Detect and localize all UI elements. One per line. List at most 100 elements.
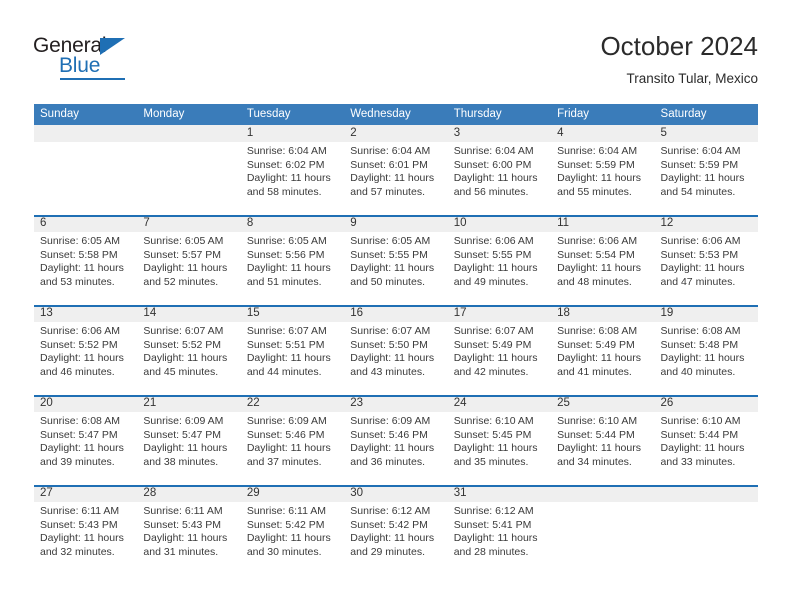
day-number[interactable]: 26 (655, 395, 758, 412)
day-detail-line: Sunset: 5:55 PM (350, 248, 428, 261)
day-cell-details[interactable]: Sunrise: 6:10 AM Sunset: 5:44 PM Daylight:… (551, 412, 654, 485)
day-cell-details[interactable]: Sunrise: 6:12 AM Sunset: 5:41 PM Daylight:… (448, 502, 551, 575)
day-number[interactable]: 8 (241, 215, 344, 232)
day-cell-details[interactable]: Sunrise: 6:10 AM Sunset: 5:44 PM Daylight:… (655, 412, 758, 485)
day-detail-line: Sunset: 5:48 PM (660, 338, 739, 351)
day-number[interactable]: 6 (34, 215, 137, 232)
day-detail-line: Daylight: 11 hours (246, 172, 331, 185)
day-number[interactable]: 25 (551, 395, 654, 412)
day-cell-details[interactable]: Sunrise: 6:08 AM Sunset: 5:49 PM Daylight:… (551, 322, 654, 395)
calendar-grid: Sunday Monday Tuesday Wednesday Thursday Frid… (34, 104, 758, 575)
day-number[interactable]: 20 (34, 395, 137, 412)
day-number[interactable]: 2 (344, 125, 447, 142)
day-cell-details[interactable]: Sunrise: 6:04 AM Sunset: 6:00 PM Daylight:… (448, 142, 551, 215)
day-detail-band: Sunrise: 6:05 AM Sunset: 5:58 PM Daylight:… (34, 232, 758, 305)
day-number-empty (655, 485, 758, 502)
day-cell-details[interactable]: Sunrise: 6:11 AM Sunset: 5:42 PM Daylight:… (241, 502, 344, 575)
day-cell-details[interactable]: Sunrise: 6:04 AM Sunset: 6:01 PM Daylight:… (344, 142, 447, 215)
day-detail-line: Sunrise: 6:04 AM (660, 145, 741, 157)
day-number[interactable]: 16 (344, 305, 447, 322)
day-detail-line: and 56 minutes. (453, 185, 529, 198)
day-number[interactable]: 15 (241, 305, 344, 322)
day-number[interactable]: 11 (551, 215, 654, 232)
calendar-week-row: 27 28 29 30 31 Sunrise: 6:11 AM Sunset: 5:43 P… (34, 485, 758, 575)
day-cell-details[interactable]: Sunrise: 6:09 AM Sunset: 5:46 PM Daylight:… (344, 412, 447, 485)
day-cell-details[interactable]: Sunrise: 6:07 AM Sunset: 5:49 PM Daylight:… (448, 322, 551, 395)
day-detail-line: Sunrise: 6:10 AM (660, 415, 741, 427)
day-number[interactable]: 18 (551, 305, 654, 322)
day-cell-details[interactable]: Sunrise: 6:06 AM Sunset: 5:54 PM Daylight:… (551, 232, 654, 305)
day-number[interactable]: 28 (137, 485, 240, 502)
day-detail-line: and 49 minutes. (453, 275, 529, 288)
day-cell-details[interactable]: Sunrise: 6:06 AM Sunset: 5:53 PM Daylight:… (655, 232, 758, 305)
day-number-empty (551, 485, 654, 502)
day-detail-line: Sunrise: 6:06 AM (40, 325, 120, 337)
day-detail-line: Sunset: 5:45 PM (453, 428, 532, 441)
day-detail-line: Daylight: 11 hours (246, 532, 331, 545)
day-detail-line: Sunset: 5:42 PM (350, 518, 428, 531)
day-number[interactable]: 21 (137, 395, 240, 412)
day-detail-line: Daylight: 11 hours (453, 172, 538, 185)
day-detail-line: Sunset: 6:01 PM (350, 158, 428, 171)
day-detail-line: and 52 minutes. (143, 275, 219, 288)
day-cell-details[interactable]: Sunrise: 6:09 AM Sunset: 5:46 PM Daylight:… (241, 412, 344, 485)
page-header: General Blue October 2024 Transito Tular… (0, 0, 792, 104)
day-number[interactable]: 5 (655, 125, 758, 142)
day-detail-line: Daylight: 11 hours (453, 442, 538, 455)
day-detail-line: Sunrise: 6:11 AM (143, 505, 223, 517)
day-detail-line: and 46 minutes. (40, 365, 115, 378)
day-number[interactable]: 23 (344, 395, 447, 412)
day-number[interactable]: 24 (448, 395, 551, 412)
day-cell-details[interactable]: Sunrise: 6:08 AM Sunset: 5:47 PM Daylight:… (34, 412, 137, 485)
day-detail-line: Sunrise: 6:05 AM (40, 235, 120, 247)
day-cell-details[interactable]: Sunrise: 6:06 AM Sunset: 5:52 PM Daylight:… (34, 322, 137, 395)
day-number-band: 20 21 22 23 24 25 26 (34, 395, 758, 412)
day-number[interactable]: 22 (241, 395, 344, 412)
day-number[interactable]: 10 (448, 215, 551, 232)
day-cell-details[interactable]: Sunrise: 6:05 AM Sunset: 5:57 PM Daylight:… (137, 232, 240, 305)
day-number[interactable]: 9 (344, 215, 447, 232)
day-cell-details[interactable]: Sunrise: 6:05 AM Sunset: 5:58 PM Daylight:… (34, 232, 137, 305)
day-cell-details[interactable]: Sunrise: 6:04 AM Sunset: 6:02 PM Daylight:… (241, 142, 344, 215)
day-detail-line: Daylight: 11 hours (660, 442, 745, 455)
day-cell-details[interactable]: Sunrise: 6:07 AM Sunset: 5:52 PM Daylight:… (137, 322, 240, 395)
page-subtitle: Transito Tular, Mexico (626, 71, 758, 86)
day-cell-details[interactable]: Sunrise: 6:07 AM Sunset: 5:51 PM Daylight:… (241, 322, 344, 395)
day-detail-line: Sunset: 5:52 PM (143, 338, 222, 351)
day-number[interactable]: 19 (655, 305, 758, 322)
day-cell-details[interactable]: Sunrise: 6:06 AM Sunset: 5:55 PM Daylight:… (448, 232, 551, 305)
day-number[interactable]: 4 (551, 125, 654, 142)
weekday-header-sunday: Sunday (40, 108, 80, 120)
day-detail-line: Sunrise: 6:10 AM (453, 415, 534, 427)
day-detail-line: and 57 minutes. (350, 185, 425, 198)
day-detail-line: and 34 minutes. (557, 455, 632, 468)
day-number[interactable]: 14 (137, 305, 240, 322)
day-number[interactable]: 1 (241, 125, 344, 142)
day-cell-details[interactable]: Sunrise: 6:10 AM Sunset: 5:45 PM Daylight:… (448, 412, 551, 485)
day-number[interactable]: 29 (241, 485, 344, 502)
day-detail-line: Sunrise: 6:06 AM (557, 235, 638, 247)
day-cell-details[interactable]: Sunrise: 6:09 AM Sunset: 5:47 PM Daylight:… (137, 412, 240, 485)
calendar-week-row: 6 7 8 9 10 11 12 Sunrise: 6:05 AM Sunset: 5:58 P… (34, 215, 758, 305)
day-cell-details[interactable]: Sunrise: 6:05 AM Sunset: 5:56 PM Daylight:… (241, 232, 344, 305)
day-number[interactable]: 12 (655, 215, 758, 232)
weekday-header-monday: Monday (143, 108, 185, 120)
day-cell-details[interactable]: Sunrise: 6:07 AM Sunset: 5:50 PM Daylight:… (344, 322, 447, 395)
day-cell-details[interactable]: Sunrise: 6:11 AM Sunset: 5:43 PM Daylight:… (137, 502, 240, 575)
day-detail-line: Sunset: 6:00 PM (453, 158, 532, 171)
day-detail-line: Sunset: 5:43 PM (40, 518, 118, 531)
day-number[interactable]: 17 (448, 305, 551, 322)
day-cell-details[interactable]: Sunrise: 6:12 AM Sunset: 5:42 PM Daylight:… (344, 502, 447, 575)
day-number[interactable]: 27 (34, 485, 137, 502)
day-cell-details[interactable]: Sunrise: 6:08 AM Sunset: 5:48 PM Daylight:… (655, 322, 758, 395)
day-number[interactable]: 31 (448, 485, 551, 502)
day-cell-details[interactable]: Sunrise: 6:04 AM Sunset: 5:59 PM Daylight:… (551, 142, 654, 215)
day-detail-line: Daylight: 11 hours (40, 532, 124, 545)
day-cell-details[interactable]: Sunrise: 6:11 AM Sunset: 5:43 PM Daylight:… (34, 502, 137, 575)
day-number[interactable]: 7 (137, 215, 240, 232)
day-cell-details[interactable]: Sunrise: 6:04 AM Sunset: 5:59 PM Daylight:… (655, 142, 758, 215)
day-number[interactable]: 30 (344, 485, 447, 502)
day-cell-details[interactable]: Sunrise: 6:05 AM Sunset: 5:55 PM Daylight:… (344, 232, 447, 305)
day-number[interactable]: 13 (34, 305, 137, 322)
day-number[interactable]: 3 (448, 125, 551, 142)
